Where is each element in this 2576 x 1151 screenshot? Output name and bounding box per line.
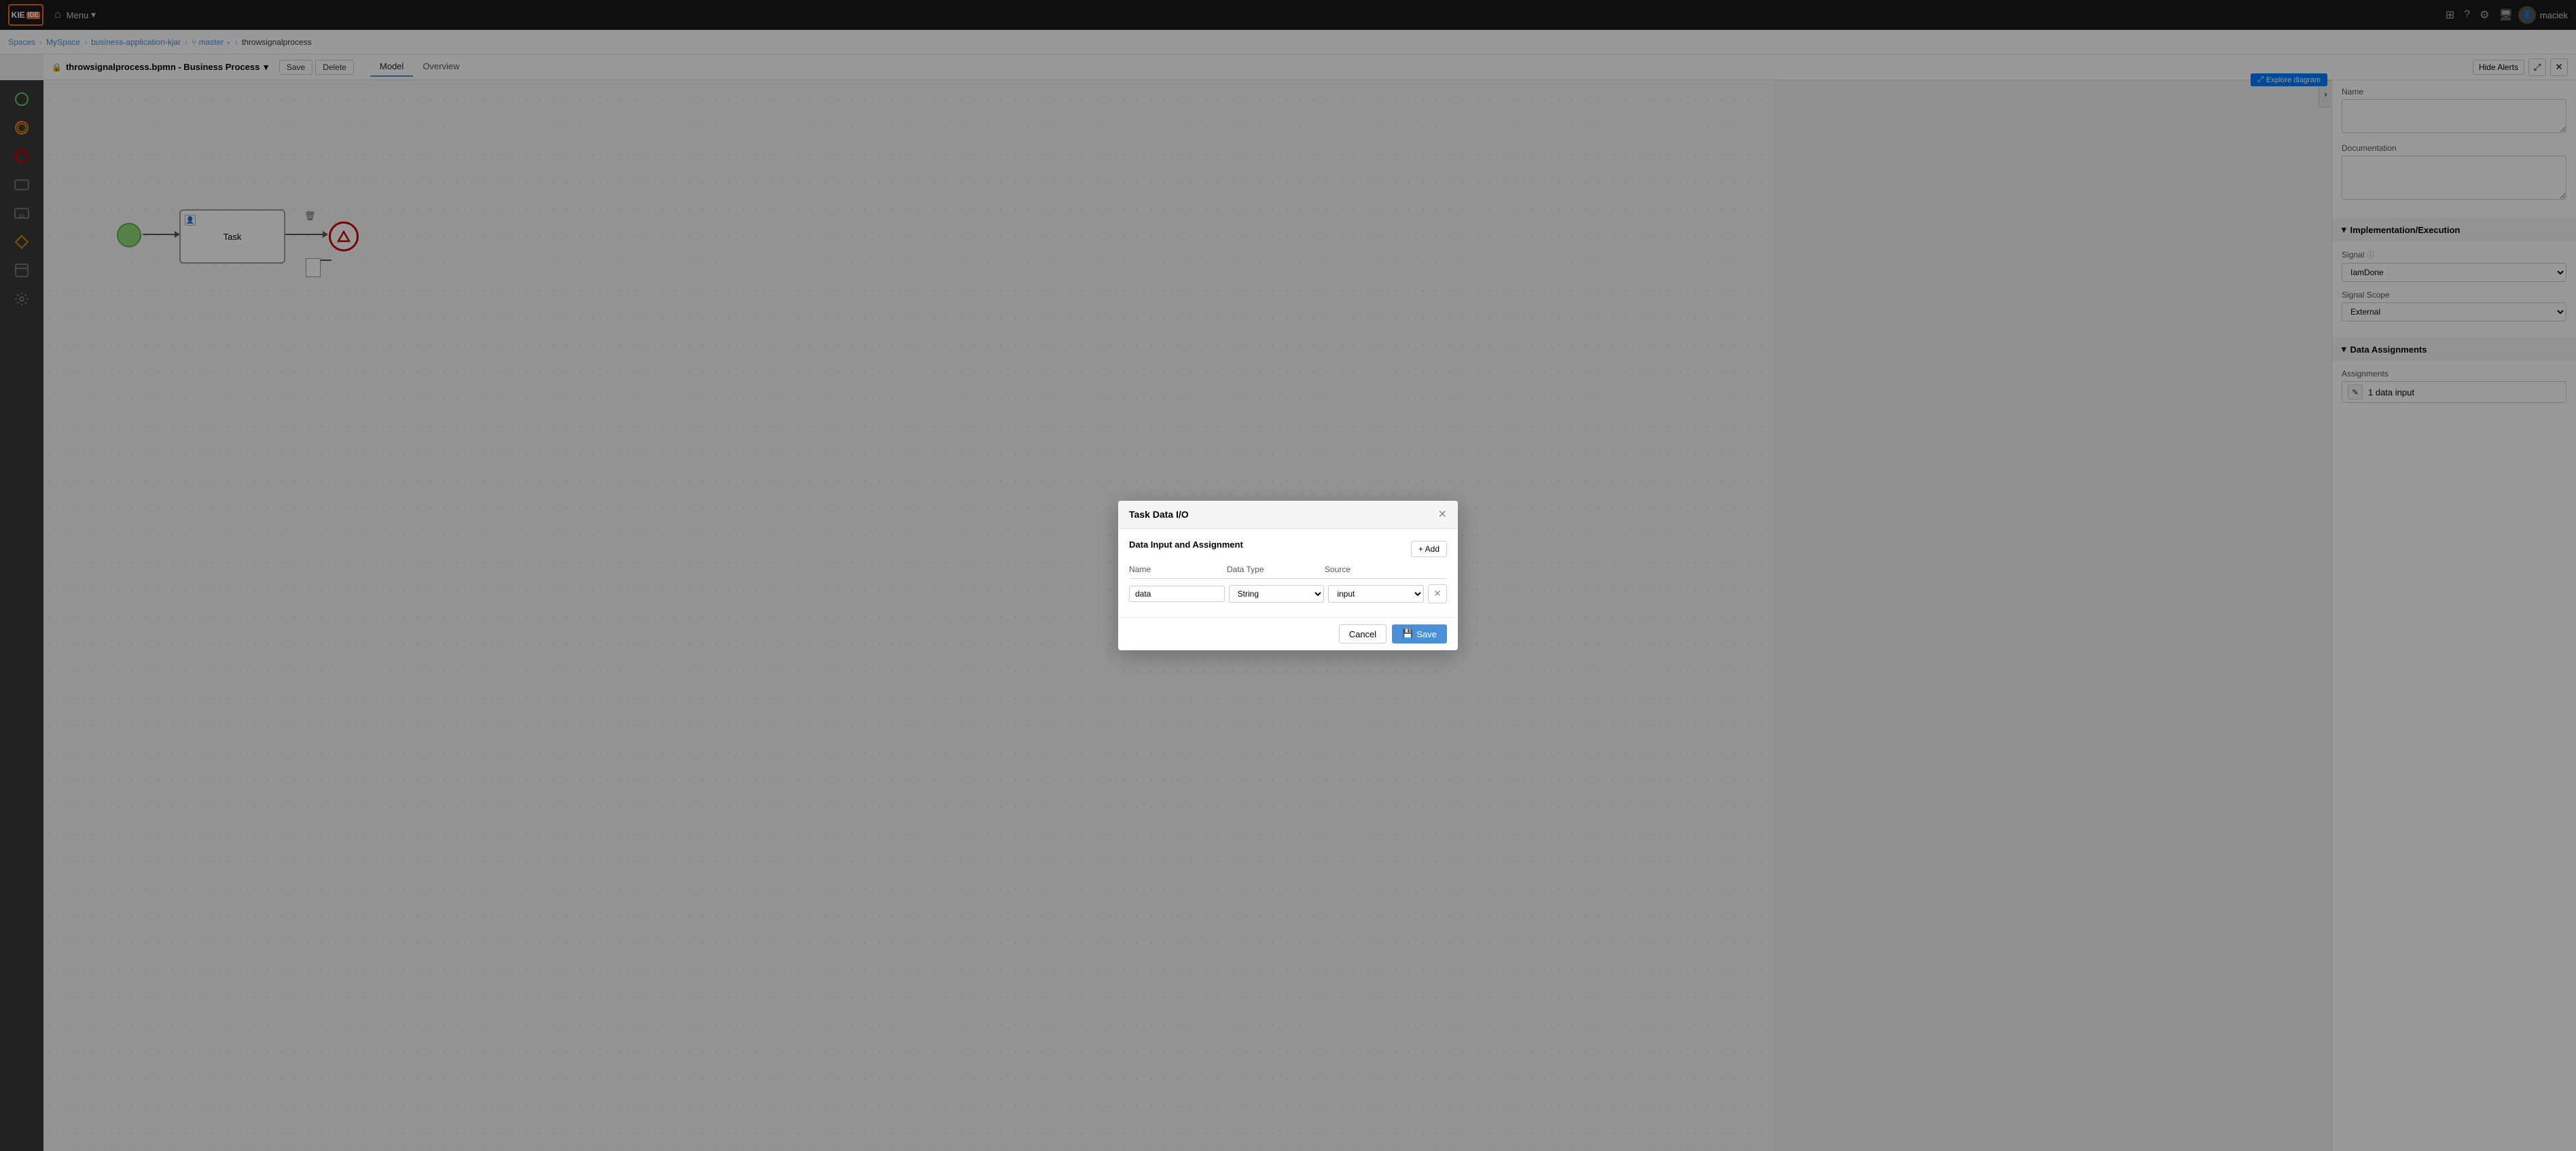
modal-body: Data Input and Assignment + Add Name Dat… <box>1118 529 1458 617</box>
row-source-select[interactable]: input output <box>1328 585 1424 603</box>
table-header: Name Data Type Source <box>1129 565 1447 579</box>
col-header-source: Source <box>1325 565 1423 574</box>
col-header-name: Name <box>1129 565 1227 574</box>
row-type-select[interactable]: String Integer Boolean Float Object <box>1229 585 1325 603</box>
modal-close-button[interactable]: ✕ <box>1438 508 1447 521</box>
save-label: Save <box>1416 629 1437 639</box>
save-button[interactable]: 💾 Save <box>1392 624 1447 643</box>
row-name-input[interactable] <box>1129 586 1225 602</box>
col-header-type: Data Type <box>1227 565 1325 574</box>
cancel-button[interactable]: Cancel <box>1339 624 1387 643</box>
modal-header: Task Data I/O ✕ <box>1118 501 1458 529</box>
task-data-io-modal: Task Data I/O ✕ Data Input and Assignmen… <box>1118 501 1458 650</box>
add-row-button[interactable]: + Add <box>1411 541 1447 557</box>
col-header-action <box>1423 565 1447 574</box>
modal-footer: Cancel 💾 Save <box>1118 617 1458 650</box>
modal-overlay: Task Data I/O ✕ Data Input and Assignmen… <box>0 0 2576 1151</box>
modal-section-title: Data Input and Assignment <box>1129 539 1243 550</box>
row-delete-button[interactable]: ✕ <box>1428 584 1447 603</box>
save-disk-icon: 💾 <box>1402 628 1413 639</box>
table-row: String Integer Boolean Float Object inpu… <box>1129 582 1447 606</box>
modal-title: Task Data I/O <box>1129 509 1189 520</box>
